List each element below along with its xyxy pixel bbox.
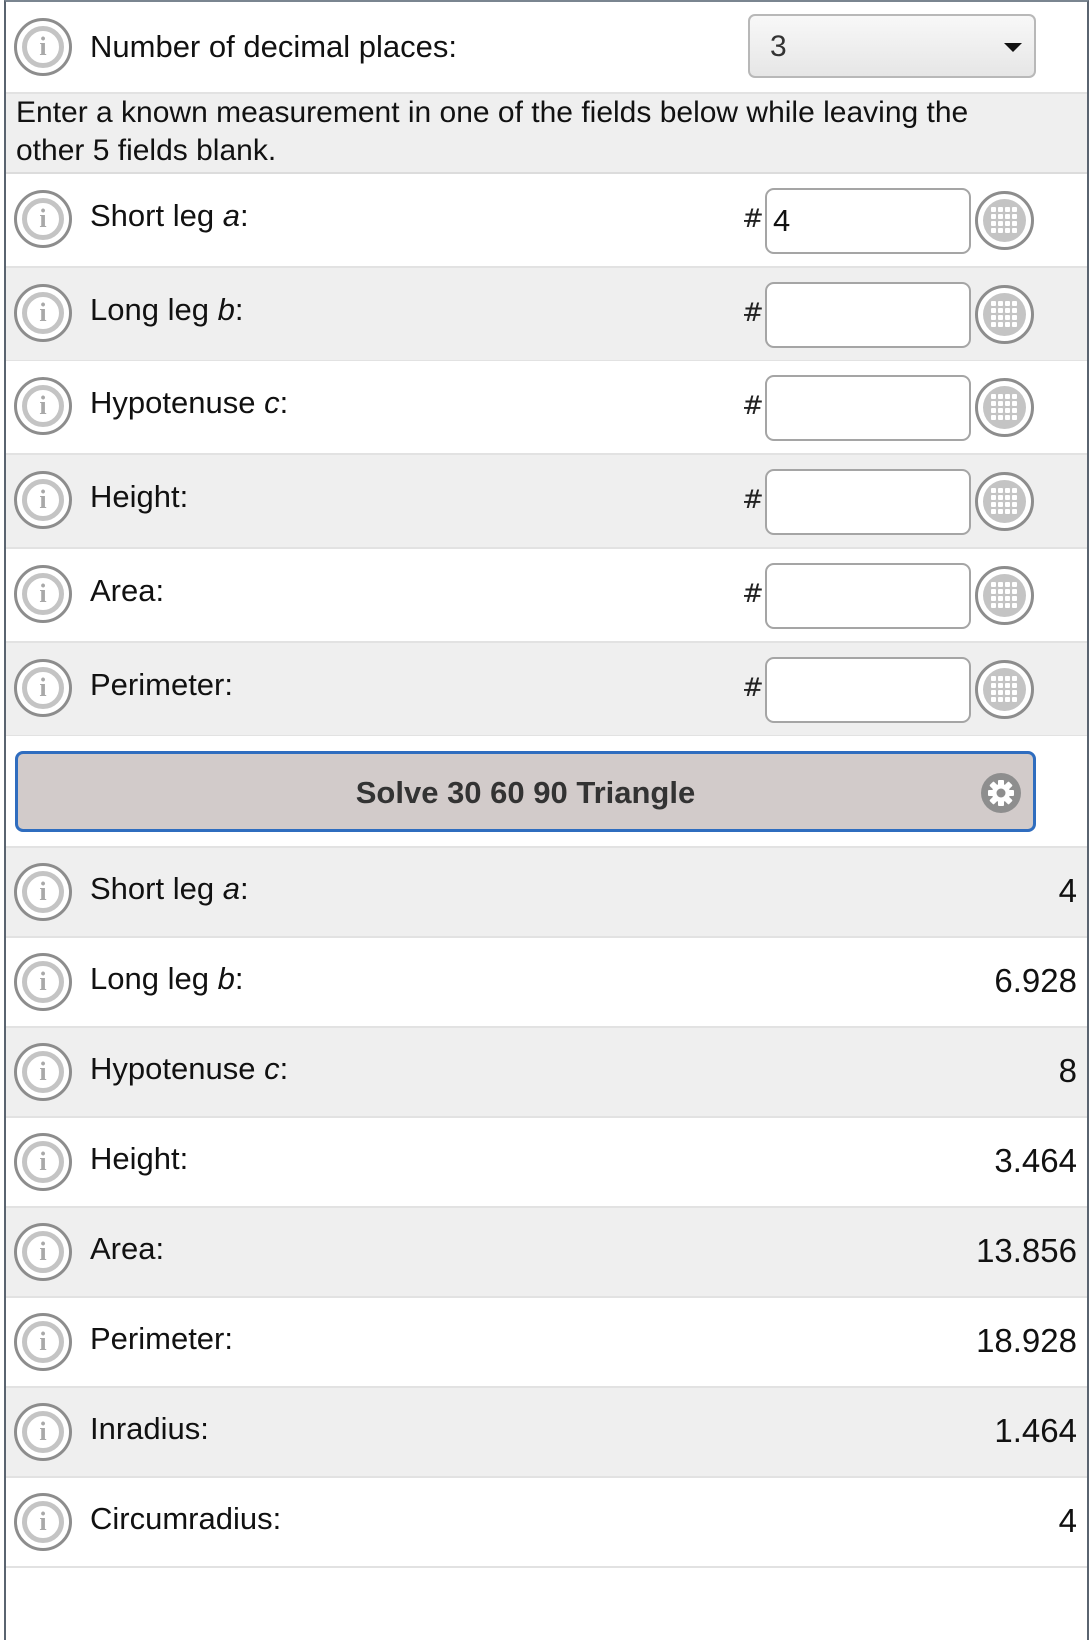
result-row: i Inradius: 1.464 (6, 1388, 1087, 1478)
number-hash-label: # (742, 204, 764, 234)
info-icon[interactable]: i (14, 471, 72, 530)
calculator-panel: i Number of decimal places: 3 Enter a kn… (4, 0, 1089, 1640)
info-icon[interactable]: i (14, 1313, 72, 1371)
input-row: i Hypotenuse c: # (6, 361, 1087, 456)
solve-button-label: Solve 30 60 90 Triangle (355, 775, 696, 810)
result-value: 3.464 (994, 1142, 1077, 1179)
field-label: Circumradius: (90, 1501, 282, 1536)
number-hash-label: # (742, 297, 764, 328)
result-value: 13.856 (976, 1232, 1077, 1269)
variable-name: c (264, 1051, 280, 1086)
variable-name: b (217, 291, 235, 327)
decimal-places-row: i Number of decimal places: 3 (6, 2, 1087, 94)
info-icon[interactable]: i (14, 1223, 72, 1281)
field-label: Hypotenuse c: (90, 385, 289, 421)
number-hash-label: # (742, 485, 764, 516)
result-row: i Height: 3.464 (6, 1118, 1087, 1208)
result-value: 1.464 (994, 1412, 1077, 1449)
measurement-input[interactable] (765, 469, 971, 536)
field-label: Height: (90, 1141, 189, 1176)
decimal-places-select[interactable]: 3 (748, 14, 1036, 78)
result-value: 18.928 (976, 1322, 1077, 1359)
info-icon[interactable]: i (14, 283, 72, 342)
instructions-text: Enter a known measurement in one of the … (16, 96, 969, 167)
field-label: Long leg b: (90, 291, 244, 327)
measurement-input[interactable] (765, 562, 971, 629)
gear-icon[interactable] (981, 773, 1021, 813)
input-row: i Short leg a: # (6, 174, 1087, 268)
field-label: Inradius: (90, 1411, 209, 1446)
field-label: Short leg a: (90, 198, 249, 233)
info-icon[interactable]: i (14, 863, 72, 921)
result-value: 4 (1058, 872, 1077, 909)
result-value: 8 (1058, 1052, 1077, 1089)
input-row: i Perimeter: # (6, 642, 1087, 737)
field-label: Perimeter: (90, 1321, 233, 1356)
info-icon[interactable]: i (14, 1403, 72, 1461)
field-label: Short leg a: (90, 871, 249, 906)
keypad-icon[interactable] (975, 378, 1034, 438)
info-icon[interactable]: i (14, 953, 72, 1011)
field-label: Area: (90, 572, 165, 608)
info-icon[interactable]: i (14, 190, 72, 248)
variable-name: a (222, 198, 240, 233)
measurement-input[interactable] (765, 188, 971, 254)
keypad-icon[interactable] (975, 659, 1034, 719)
info-icon[interactable]: i (14, 1043, 72, 1101)
number-hash-label: # (742, 391, 764, 422)
result-value: 4 (1058, 1502, 1077, 1539)
variable-name: a (222, 871, 240, 906)
info-icon[interactable]: i (14, 564, 72, 623)
keypad-icon[interactable] (975, 284, 1034, 344)
result-row: i Circumradius: 4 (6, 1478, 1087, 1568)
chevron-down-icon (1004, 43, 1022, 52)
number-hash-label: # (742, 672, 764, 703)
result-value: 6.928 (994, 962, 1077, 999)
field-label: Area: (90, 1231, 165, 1266)
result-row: i Hypotenuse c: 8 (6, 1028, 1087, 1118)
solve-button[interactable]: Solve 30 60 90 Triangle (15, 751, 1036, 832)
input-row: i Area: # (6, 548, 1087, 643)
number-hash-label: # (742, 578, 764, 609)
keypad-icon[interactable] (975, 472, 1034, 532)
info-icon[interactable]: i (14, 658, 72, 717)
variable-name: b (217, 961, 235, 996)
input-row: i Long leg b: # (6, 267, 1087, 362)
result-row: i Short leg a: 4 (6, 848, 1087, 938)
input-row: i Height: # (6, 455, 1087, 550)
field-label: Height: (90, 479, 189, 515)
measurement-input[interactable] (765, 281, 971, 348)
result-row: i Perimeter: 18.928 (6, 1298, 1087, 1388)
measurement-input[interactable] (765, 375, 971, 442)
keypad-icon[interactable] (975, 191, 1034, 250)
decimal-places-value: 3 (770, 30, 787, 63)
keypad-icon[interactable] (975, 565, 1034, 625)
variable-name: c (264, 385, 280, 421)
info-icon[interactable]: i (14, 1493, 72, 1551)
result-row: i Area: 13.856 (6, 1208, 1087, 1298)
field-label: Perimeter: (90, 666, 233, 702)
field-label: Long leg b: (90, 961, 244, 996)
decimal-places-label: Number of decimal places: (90, 29, 457, 64)
result-row: i Long leg b: 6.928 (6, 938, 1087, 1028)
info-icon[interactable]: i (14, 1133, 72, 1191)
measurement-input[interactable] (765, 656, 971, 723)
info-icon[interactable]: i (14, 18, 72, 76)
field-label: Hypotenuse c: (90, 1051, 289, 1086)
info-icon[interactable]: i (14, 377, 72, 436)
